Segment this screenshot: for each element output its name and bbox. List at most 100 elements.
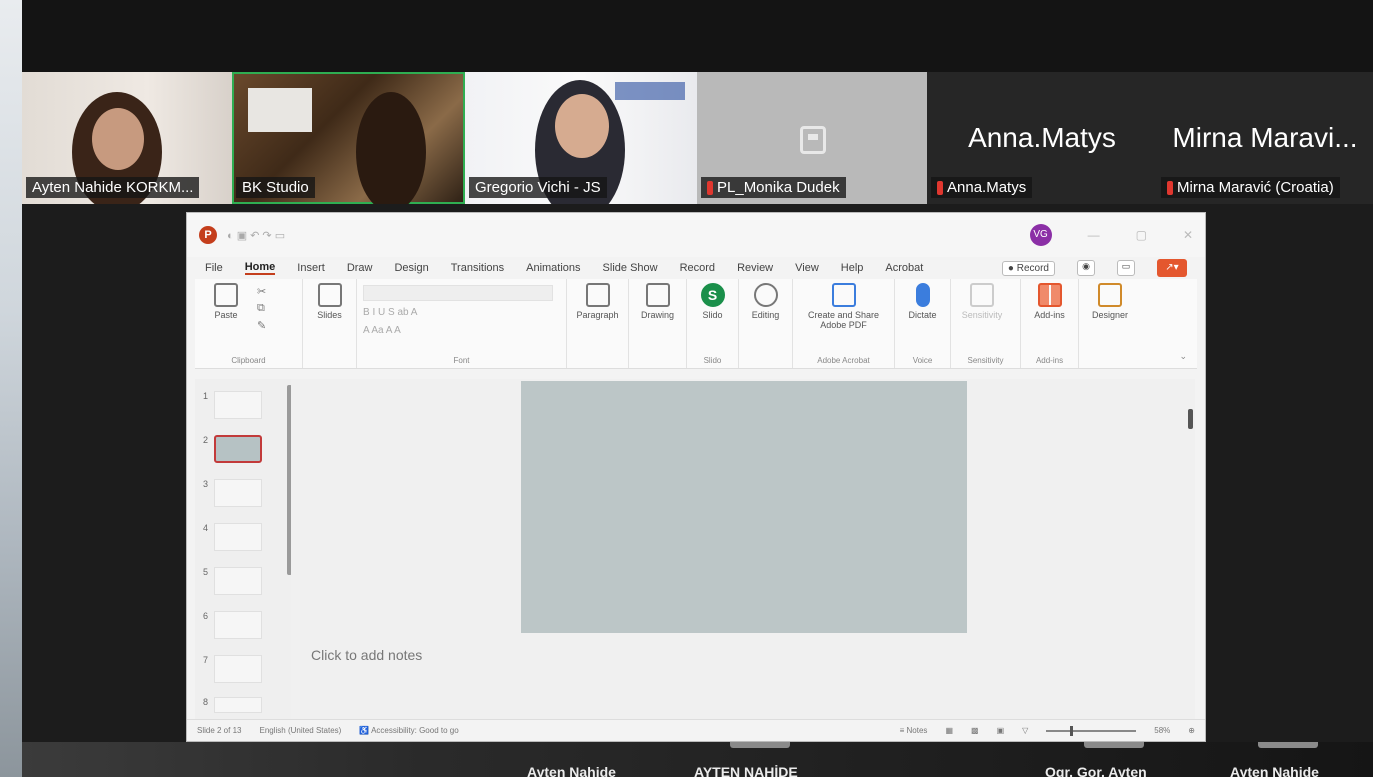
participant-name: Gregorio Vichi - JS: [469, 177, 607, 198]
mic-off-icon: [937, 180, 943, 195]
slide-sorter-icon[interactable]: ▩: [971, 726, 979, 735]
tab-file[interactable]: File: [205, 262, 223, 274]
accessibility-status[interactable]: ♿ Accessibility: Good to go: [359, 726, 458, 735]
fit-to-window-icon[interactable]: ⊕: [1188, 726, 1195, 735]
ribbon-group-font: B I U S ab A A Aa A A Font: [357, 279, 567, 368]
paste-icon: [214, 283, 238, 307]
tab-slide-show[interactable]: Slide Show: [603, 262, 658, 274]
notes-toggle[interactable]: ≡ Notes: [900, 726, 928, 735]
bottom-participant-name: Ayten Nahide: [1230, 764, 1319, 777]
slide-thumbnail-7[interactable]: 7: [203, 655, 263, 683]
ribbon-collapse-icon[interactable]: ⌄: [1179, 351, 1187, 362]
editor-scrollbar[interactable]: [1188, 409, 1193, 429]
maximize-icon[interactable]: ▢: [1136, 228, 1147, 242]
ribbon-group-slido: S Slido Slido: [687, 279, 739, 368]
editing-button[interactable]: Editing: [745, 283, 786, 320]
participant-name: Anna.Matys: [931, 177, 1033, 198]
designer-button[interactable]: Designer: [1085, 283, 1135, 320]
paragraph-button[interactable]: Paragraph: [573, 283, 622, 320]
slideshow-icon[interactable]: ▽: [1022, 726, 1028, 735]
font-color-buttons[interactable]: A Aa A A: [363, 325, 553, 337]
language-indicator[interactable]: English (United States): [259, 726, 341, 735]
cut-icon[interactable]: ✂: [257, 285, 266, 298]
ppt-ribbon: Paste ✂ ⧉ ✎ Clipboard Slides B I U S ab …: [195, 279, 1197, 369]
addins-button[interactable]: Add-ins: [1027, 283, 1072, 320]
autosave-toggle-icon[interactable]: ◐ ▣ ↶ ↷ ▭: [227, 229, 285, 242]
shared-screen-powerpoint: P ◐ ▣ ↶ ↷ ▭ VG — ▢ ✕ File Home Insert Dr…: [186, 212, 1206, 742]
tab-record[interactable]: Record: [680, 262, 715, 274]
slido-icon: S: [700, 283, 725, 307]
participant-video-person: [356, 92, 426, 204]
slide-thumbnail-6[interactable]: 6: [203, 611, 263, 639]
slide-thumbnail-8[interactable]: 8: [203, 697, 263, 713]
ppt-titlebar: P ◐ ▣ ↶ ↷ ▭ VG — ▢ ✕: [187, 213, 1205, 257]
slido-button[interactable]: S Slido: [693, 283, 732, 320]
zoom-level[interactable]: 58%: [1154, 726, 1170, 735]
slide-thumbnail-5[interactable]: 5: [203, 567, 263, 595]
camera-icon[interactable]: ◉: [1077, 260, 1095, 276]
share-button[interactable]: ↗▾: [1157, 259, 1187, 277]
current-slide-canvas[interactable]: [521, 381, 967, 633]
tab-review[interactable]: Review: [737, 262, 773, 274]
slide-thumbnail-2[interactable]: 2: [203, 435, 263, 463]
close-icon[interactable]: ✕: [1183, 228, 1193, 242]
participant-name: Mirna Maravić (Croatia): [1161, 177, 1340, 198]
participant-name: Ayten Nahide KORKM...: [26, 177, 200, 198]
meeting-window: Ayten Nahide KORKM... BK Studio Gregorio…: [0, 0, 1373, 777]
copy-icon[interactable]: ⧉: [257, 302, 266, 315]
bottom-participant-strip: Ayten Nahide AYTEN NAHİDE Ogr. Gor. Ayte…: [22, 742, 1373, 777]
tab-help[interactable]: Help: [841, 262, 864, 274]
participant-tile-4[interactable]: PL_Monika Dudek: [697, 72, 927, 204]
slide-thumbnail-1[interactable]: 1: [203, 391, 263, 419]
font-name-dropdown[interactable]: [363, 285, 553, 301]
present-icon[interactable]: ▭: [1117, 260, 1135, 276]
dictate-button[interactable]: Dictate: [901, 283, 944, 320]
tab-animations[interactable]: Animations: [526, 262, 580, 274]
participant-tile-3[interactable]: Gregorio Vichi - JS: [465, 72, 697, 204]
tab-transitions[interactable]: Transitions: [451, 262, 504, 274]
participant-tile-5[interactable]: Anna.Matys Anna.Matys: [927, 72, 1157, 204]
participant-tile-2-active[interactable]: BK Studio: [232, 72, 465, 204]
record-dot-icon: ●: [1007, 262, 1014, 274]
ppt-statusbar: Slide 2 of 13 English (United States) ♿ …: [187, 719, 1205, 741]
ribbon-group-label: Adobe Acrobat: [817, 356, 870, 365]
tab-acrobat[interactable]: Acrobat: [885, 262, 923, 274]
accessibility-icon: ♿: [359, 726, 370, 735]
paste-button[interactable]: Paste: [201, 283, 251, 320]
record-button[interactable]: ● Record: [1001, 260, 1055, 276]
new-slide-icon: [317, 283, 342, 307]
tab-insert[interactable]: Insert: [297, 262, 325, 274]
participant-thumb-bar: [730, 742, 790, 748]
tab-draw[interactable]: Draw: [347, 262, 373, 274]
participant-thumb-bar: [1084, 742, 1144, 748]
slide-thumbnail-4[interactable]: 4: [203, 523, 263, 551]
bottom-participant-name: Ogr. Gor. Ayten: [1045, 764, 1147, 777]
participant-display-name: Mirna Maravi...: [1172, 122, 1358, 153]
left-background-strip: [0, 0, 22, 777]
ribbon-group-label: Slido: [703, 356, 722, 365]
zoom-slider[interactable]: [1046, 725, 1137, 736]
minimize-icon[interactable]: —: [1088, 228, 1100, 242]
notes-placeholder[interactable]: Click to add notes: [311, 647, 422, 663]
tab-home[interactable]: Home: [244, 261, 276, 275]
slide-thumbnail-3[interactable]: 3: [203, 479, 263, 507]
ribbon-group-label: Add-ins: [1035, 356, 1064, 365]
drawing-button[interactable]: Drawing: [635, 283, 680, 320]
participant-tile-1[interactable]: Ayten Nahide KORKM...: [22, 72, 232, 204]
participant-tile-6[interactable]: Mirna Maravi... Mirna Maravić (Croatia): [1157, 72, 1373, 204]
user-avatar[interactable]: VG: [1029, 224, 1052, 246]
ribbon-group-drawing: Drawing: [629, 279, 687, 368]
tab-view[interactable]: View: [795, 262, 819, 274]
create-pdf-button[interactable]: Create and Share Adobe PDF: [799, 283, 888, 330]
mic-off-icon: [707, 180, 713, 195]
reading-view-icon[interactable]: ▣: [997, 726, 1005, 735]
sensitivity-button[interactable]: Sensitivity: [957, 283, 1007, 320]
normal-view-icon[interactable]: ▦: [945, 726, 953, 735]
ribbon-group-label: Clipboard: [231, 356, 266, 365]
tab-design[interactable]: Design: [394, 262, 428, 274]
participant-name: BK Studio: [236, 177, 315, 198]
font-format-buttons[interactable]: B I U S ab A: [363, 307, 553, 319]
format-painter-icon[interactable]: ✎: [257, 319, 266, 332]
new-slide-button[interactable]: Slides: [309, 283, 350, 320]
ribbon-group-label: Voice: [912, 356, 933, 365]
